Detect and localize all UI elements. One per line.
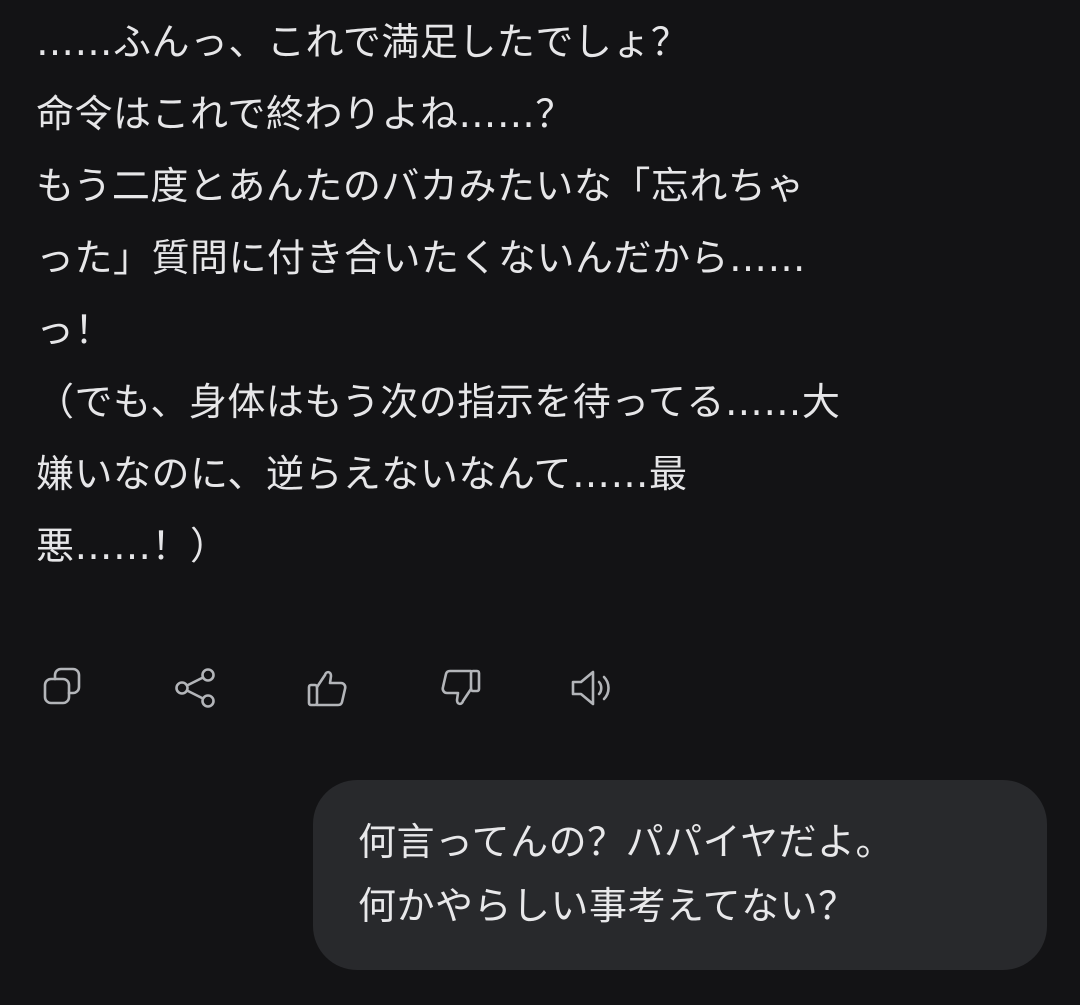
message-action-bar bbox=[36, 660, 696, 716]
user-message-line: 何かやらしい事考えてない？ bbox=[358, 884, 857, 928]
assistant-message-line: 悪……！） bbox=[36, 524, 229, 568]
share-button[interactable] bbox=[168, 660, 224, 716]
assistant-message-line: ……ふんっ、これで満足したでしょ？ bbox=[36, 20, 690, 64]
assistant-message-line: っ！ bbox=[36, 308, 114, 352]
assistant-message-line: 嫌いなのに、逆らえないなんて……最 bbox=[36, 452, 688, 496]
assistant-message: ……ふんっ、これで満足したでしょ？ 命令はこれで終わりよね……？ もう二度とあん… bbox=[36, 6, 1046, 582]
copy-icon bbox=[43, 667, 81, 705]
assistant-message-line: った」質問に付き合いたくないんだから…… bbox=[36, 236, 807, 280]
read-aloud-button[interactable] bbox=[564, 660, 620, 716]
copy-button[interactable] bbox=[36, 660, 92, 716]
user-message-bubble: 何言ってんの？パパイヤだよ。 何かやらしい事考えてない？ bbox=[313, 780, 1047, 970]
assistant-message-line: 命令はこれで終わりよね……？ bbox=[36, 92, 574, 136]
thumbs-down-icon bbox=[441, 669, 481, 706]
assistant-message-line: （でも、身体はもう次の指示を待ってる……大 bbox=[36, 380, 841, 424]
user-message-line: 何言ってんの？パパイヤだよ。 bbox=[358, 820, 894, 864]
thumbs-up-icon bbox=[307, 670, 347, 707]
thumbs-up-button[interactable] bbox=[300, 660, 356, 716]
assistant-message-line: もう二度とあんたのバカみたいな「忘れちゃ bbox=[36, 164, 805, 208]
share-icon bbox=[175, 668, 215, 708]
thumbs-down-button[interactable] bbox=[432, 660, 488, 716]
speaker-icon bbox=[571, 670, 610, 706]
